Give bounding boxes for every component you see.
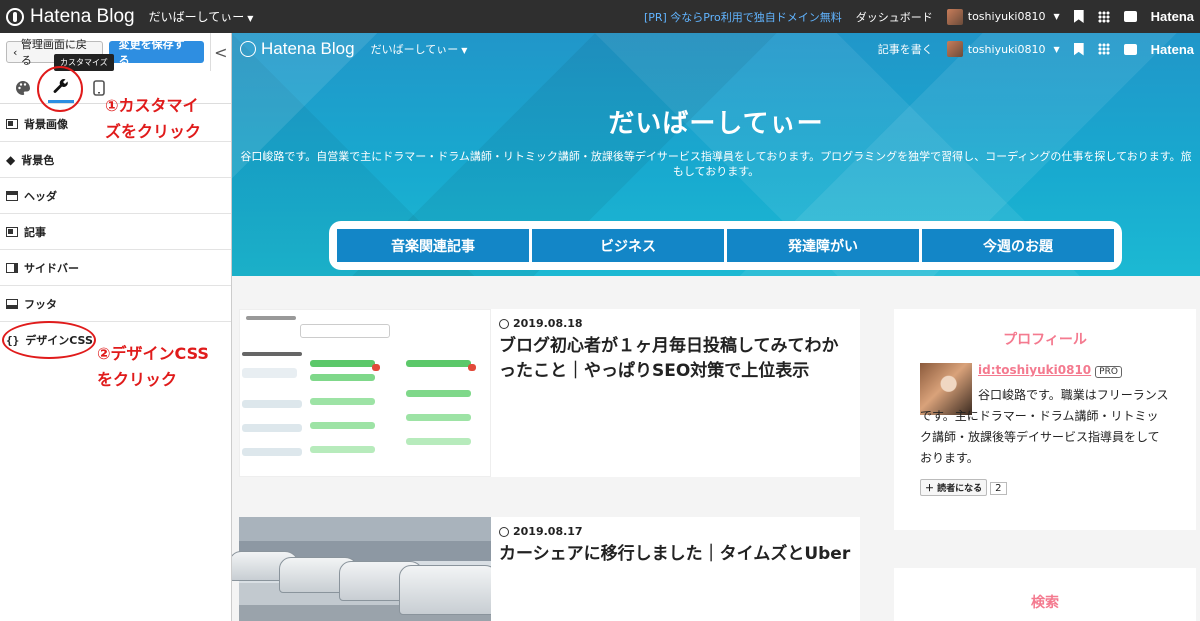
caret-down-icon: ▼: [1053, 44, 1060, 54]
post-date: 2019.08.17: [499, 525, 852, 538]
apps-grid-icon[interactable]: [1097, 10, 1110, 23]
profile-module: プロフィール id:toshiyuki0810 PRO 谷口峻路です。職業はフリー…: [894, 309, 1196, 530]
collapse-panel-button[interactable]: <: [209, 33, 231, 71]
annotation-step1: ①カスタマイ ズをクリック: [105, 94, 201, 144]
blog-title[interactable]: だいばーしてぃー: [232, 103, 1200, 140]
menu-sidebar[interactable]: サイドバー: [0, 250, 231, 286]
search-title: 検索: [1031, 595, 1059, 611]
annotation-step2: ②デザインCSS をクリック: [97, 342, 209, 392]
annotation-step2-line2: をクリック: [97, 370, 178, 389]
post-card: 2019.08.18 ブログ初心者が１ヶ月毎日投稿してみてわかったこと｜やっぱり…: [491, 309, 860, 477]
blog-name: だいばーしてぃー: [370, 43, 459, 56]
logo-text: Hatena Blog: [261, 39, 355, 58]
plus-icon: ＋: [925, 484, 938, 494]
post-thumbnail[interactable]: [239, 309, 491, 477]
caret-down-icon: ▼: [247, 14, 254, 23]
annotation-step1-line2: ズをクリック: [105, 122, 202, 141]
avatar: [946, 8, 963, 25]
hatena-blog-logo[interactable]: Hatena Blog: [6, 6, 135, 28]
blog-header: Hatena Blog だいばーしてぃー ▼ 記事を書く toshiyuki081…: [232, 33, 1200, 276]
profile-id-link[interactable]: id:toshiyuki0810: [978, 363, 1091, 377]
menu-item-label: ヘッダ: [24, 189, 57, 203]
save-changes-button[interactable]: 変更を保存する: [108, 38, 204, 67]
global-top-bar: Hatena Blog だいばーしてぃー ▼ [PR] 今ならPro利用で独自ドメ…: [0, 0, 1200, 33]
nav-business[interactable]: ビジネス: [532, 229, 724, 262]
bookmark-icon[interactable]: [1073, 10, 1084, 23]
apps-grid-icon[interactable]: [1097, 43, 1110, 55]
menu-item-label: 背景画像: [24, 117, 68, 131]
post-card: 2019.08.17 カーシェアに移行しました｜タイムズとUber: [491, 517, 860, 621]
hatena-link[interactable]: Hatena: [1151, 42, 1194, 57]
profile-title: プロフィール: [1003, 332, 1087, 348]
nav-music[interactable]: 音楽関連記事: [337, 229, 529, 262]
menu-item-label: 記事: [24, 225, 46, 239]
smartphone-icon: [93, 80, 105, 96]
annotation-circle-design-css: [2, 321, 96, 359]
menu-background-color[interactable]: ◆ 背景色: [0, 142, 231, 178]
blog-switcher[interactable]: だいばーしてぃー ▼: [149, 8, 254, 25]
annotation-circle-customize: [37, 66, 83, 112]
header-layout-icon: [6, 190, 18, 201]
chevron-left-icon: ‹: [13, 45, 21, 59]
logo-text: Hatena Blog: [30, 5, 135, 27]
global-nav: 音楽関連記事 ビジネス 発達障がい 今週のお題: [329, 221, 1122, 270]
preview-blog-switcher[interactable]: だいばーしてぃー ▼: [371, 41, 468, 57]
subscribe-button[interactable]: ＋ 読者になる: [920, 479, 988, 496]
nav-weekly-topic[interactable]: 今週のお題: [922, 229, 1114, 262]
search-module: 検索: [894, 568, 1196, 621]
username: toshiyuki0810: [967, 10, 1046, 23]
post-date-text: 2019.08.17: [513, 525, 583, 538]
article-layout-icon: [6, 226, 18, 237]
notification-icon[interactable]: [1123, 43, 1137, 55]
clock-icon: [499, 318, 509, 329]
dashboard-link[interactable]: ダッシュボード: [856, 9, 933, 25]
hatena-logo-icon: [6, 7, 24, 26]
reader-count: 2: [990, 482, 1007, 495]
preview-top-bar: Hatena Blog だいばーしてぃー ▼ 記事を書く toshiyuki081…: [232, 33, 1200, 65]
tab-design-palette[interactable]: [10, 73, 36, 103]
blog-name: だいばーしてぃー: [148, 10, 245, 24]
menu-article[interactable]: 記事: [0, 214, 231, 250]
palette-icon: [16, 81, 30, 95]
annotation-step1-line1: ①カスタマイ: [105, 96, 199, 115]
paint-bucket-icon: ◆: [6, 152, 16, 167]
menu-item-label: サイドバー: [24, 261, 79, 275]
menu-item-label: 背景色: [21, 153, 55, 167]
hatena-link[interactable]: Hatena: [1151, 9, 1194, 24]
hatena-logo-icon: [240, 41, 256, 57]
write-article-link[interactable]: 記事を書く: [878, 41, 933, 57]
user-menu[interactable]: toshiyuki0810 ▼: [946, 8, 1060, 25]
post-title[interactable]: ブログ初心者が１ヶ月毎日投稿してみてわかったこと｜やっぱりSEO対策で上位表示: [499, 334, 852, 384]
bookmark-icon[interactable]: [1073, 42, 1084, 56]
post-date-text: 2019.08.18: [513, 317, 583, 330]
post-date: 2019.08.18: [499, 317, 852, 330]
preview-user-menu[interactable]: toshiyuki0810 ▼: [946, 41, 1060, 57]
pro-badge: PRO: [1095, 366, 1122, 378]
avatar: [946, 41, 963, 57]
menu-header[interactable]: ヘッダ: [0, 178, 231, 214]
footer-layout-icon: [6, 298, 18, 309]
subscribe-label: 読者になる: [937, 484, 983, 494]
blog-preview: Hatena Blog だいばーしてぃー ▼ 記事を書く toshiyuki081…: [232, 33, 1200, 621]
annotation-step2-line1: ②デザインCSS: [97, 344, 209, 363]
image-icon: [6, 118, 18, 129]
clock-icon: [499, 526, 509, 537]
caret-down-icon: ▼: [1053, 12, 1060, 21]
nav-developmental[interactable]: 発達障がい: [727, 229, 919, 262]
pro-promo-link[interactable]: [PR] 今ならPro利用で独自ドメイン無料: [644, 9, 842, 25]
menu-footer[interactable]: フッタ: [0, 286, 231, 322]
post-thumbnail[interactable]: [232, 517, 499, 621]
blog-description: 谷口峻路です。自営業で主にドラマー・ドラム講師・リトミック講師・放課後等デイサー…: [240, 150, 1192, 178]
caret-down-icon: ▼: [461, 46, 468, 55]
menu-item-label: フッタ: [24, 297, 57, 311]
username: toshiyuki0810: [967, 42, 1046, 56]
sidebar-layout-icon: [6, 262, 18, 273]
preview-logo[interactable]: Hatena Blog: [240, 39, 355, 59]
post-title[interactable]: カーシェアに移行しました｜タイムズとUber: [499, 542, 852, 567]
notification-icon[interactable]: [1123, 11, 1137, 22]
